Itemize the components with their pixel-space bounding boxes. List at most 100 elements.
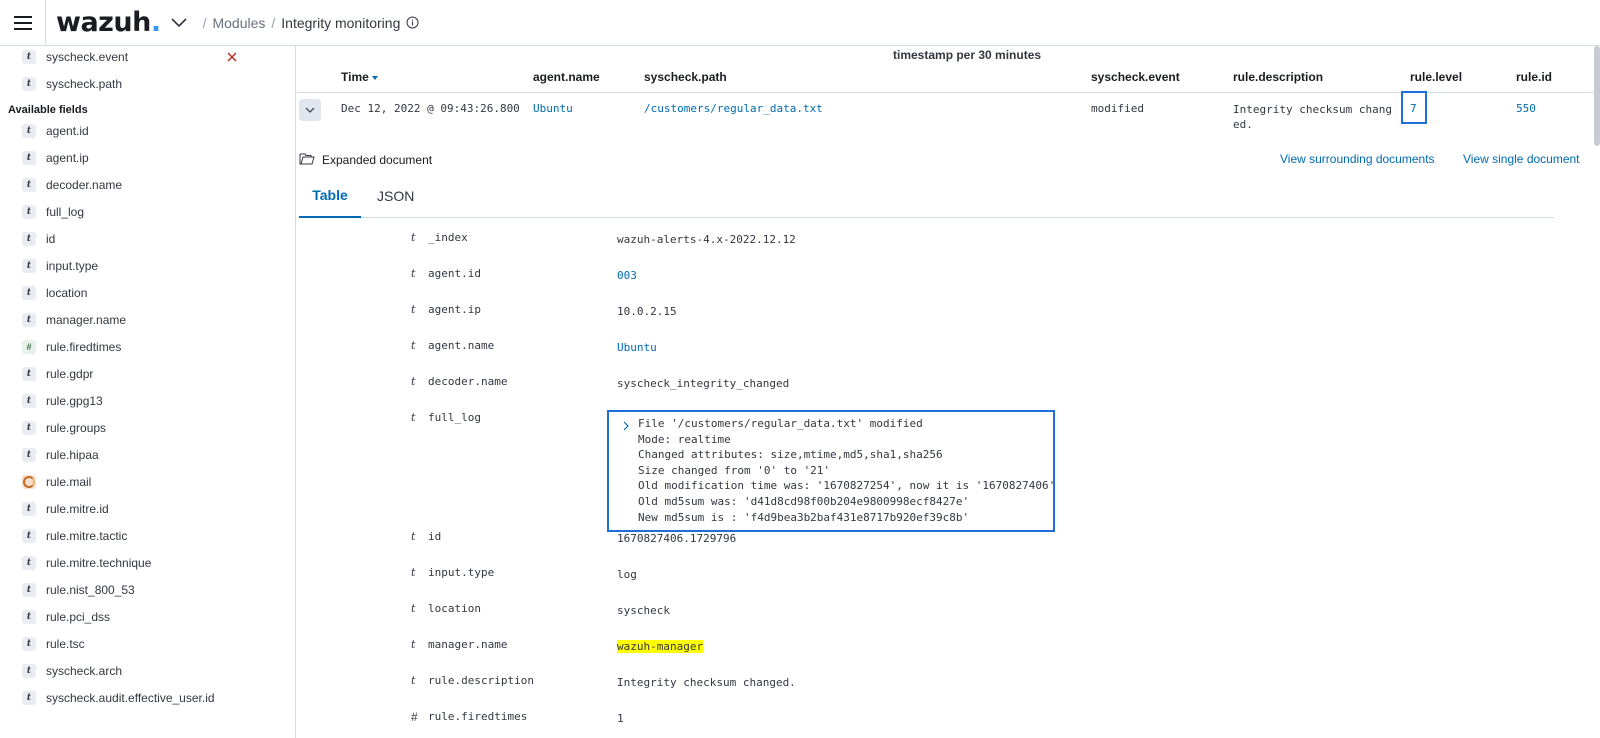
string-type-icon: t <box>411 566 416 579</box>
string-type-icon: t <box>411 267 416 280</box>
field-label: rule.tsc <box>46 637 85 651</box>
breadcrumb-modules[interactable]: Modules <box>212 15 265 31</box>
view-single-document-link[interactable]: View single document <box>1463 152 1580 166</box>
doc-field-key: agent.name <box>428 339 495 352</box>
cell-rule-id[interactable]: 550 <box>1516 102 1536 115</box>
available-field-row[interactable]: t full_log <box>0 201 295 223</box>
available-field-row[interactable]: t syscheck.arch <box>0 660 295 682</box>
string-type-icon: t <box>22 502 36 516</box>
string-type-icon: t <box>22 232 36 246</box>
doc-field-key: decoder.name <box>428 375 508 388</box>
log-line: Mode: realtime <box>638 432 731 446</box>
remove-field-icon[interactable] <box>224 49 240 65</box>
selected-field-syscheck-event[interactable]: t syscheck.event <box>0 46 295 68</box>
column-header-label: Time <box>341 70 369 84</box>
chevron-down-icon[interactable] <box>167 0 191 46</box>
doc-field-key: full_log <box>428 411 481 424</box>
field-label: rule.mitre.technique <box>46 556 152 570</box>
sort-descending-icon[interactable] <box>371 75 378 80</box>
column-header-rule-level[interactable]: rule.level <box>1410 70 1462 84</box>
page-scrollbar[interactable] <box>1594 46 1600 146</box>
available-field-row[interactable]: t id <box>0 228 295 250</box>
available-field-row[interactable]: t rule.nist_800_53 <box>0 579 295 601</box>
tab-table[interactable]: Table <box>299 174 361 218</box>
string-type-icon: t <box>22 691 36 705</box>
column-header-rule-id[interactable]: rule.id <box>1516 70 1552 84</box>
column-header-rule-description[interactable]: rule.description <box>1233 70 1323 84</box>
cell-agent-name[interactable]: Ubuntu <box>533 102 573 115</box>
document-tabs: Table JSON <box>299 174 1554 218</box>
breadcrumb-separator: / <box>202 14 207 31</box>
field-label: rule.gdpr <box>46 367 94 381</box>
string-type-icon: t <box>22 637 36 651</box>
doc-field-key: location <box>428 602 481 615</box>
field-label: rule.hipaa <box>46 448 99 462</box>
doc-field-key: id <box>428 530 442 543</box>
field-label: rule.mitre.id <box>46 502 109 516</box>
column-header-syscheck-path[interactable]: syscheck.path <box>644 70 727 84</box>
available-field-row[interactable]: t rule.gdpr <box>0 363 295 385</box>
string-type-icon: t <box>22 151 36 165</box>
selected-field-syscheck-path[interactable]: t syscheck.path <box>0 73 295 95</box>
doc-field-value: syscheck_integrity_changed <box>617 377 790 390</box>
string-type-icon: t <box>22 286 36 300</box>
breadcrumb: / Modules / Integrity monitoring <box>197 15 421 31</box>
chevron-right-icon[interactable] <box>623 418 629 436</box>
string-type-icon: t <box>22 448 36 462</box>
available-field-row[interactable]: t rule.pci_dss <box>0 606 295 628</box>
available-field-row[interactable]: t rule.tsc <box>0 633 295 655</box>
doc-field-row: t agent.id 003 <box>297 267 1557 303</box>
doc-field-value[interactable]: Ubuntu <box>617 341 657 354</box>
log-line: Changed attributes: size,mtime,md5,sha1,… <box>638 448 943 462</box>
available-field-row[interactable]: t rule.hipaa <box>0 444 295 466</box>
expanded-document-title: Expanded document <box>322 153 433 167</box>
available-field-row[interactable]: t decoder.name <box>0 174 295 196</box>
field-label: rule.gpg13 <box>46 394 103 408</box>
cell-time: Dec 12, 2022 @ 09:43:26.800 <box>341 102 520 115</box>
doc-field-value: syscheck <box>617 604 670 617</box>
tab-json[interactable]: JSON <box>377 174 414 218</box>
doc-field-row: t _index wazuh-alerts-4.x-2022.12.12 <box>297 231 1557 267</box>
string-type-icon: t <box>22 394 36 408</box>
cell-syscheck-path[interactable]: /customers/regular_data.txt <box>644 102 823 115</box>
column-header-syscheck-event[interactable]: syscheck.event <box>1091 70 1180 84</box>
available-field-row[interactable]: t location <box>0 282 295 304</box>
doc-field-key: rule.description <box>428 674 534 687</box>
info-icon[interactable] <box>406 16 420 30</box>
doc-field-value: 1 <box>617 712 624 725</box>
chart-title: timestamp per 30 minutes <box>893 48 1042 62</box>
boolean-type-icon <box>22 475 36 489</box>
doc-field-row: # rule.firedtimes 1 <box>297 710 1557 738</box>
available-field-row[interactable]: t rule.groups <box>0 417 295 439</box>
column-header-agent-name[interactable]: agent.name <box>533 70 600 84</box>
available-field-row[interactable]: rule.mail <box>0 471 295 493</box>
collapse-row-button[interactable] <box>299 99 321 121</box>
doc-field-value: Integrity checksum changed. <box>617 676 796 689</box>
cell-syscheck-event: modified <box>1091 102 1144 115</box>
available-field-row[interactable]: t input.type <box>0 255 295 277</box>
doc-field-value: 10.0.2.15 <box>617 305 677 318</box>
menu-icon[interactable] <box>0 0 46 46</box>
available-field-row[interactable]: t rule.mitre.technique <box>0 552 295 574</box>
field-label: syscheck.event <box>46 50 129 64</box>
wazuh-logo[interactable]: wazuh. <box>56 7 161 38</box>
doc-field-value: 1670827406.1729796 <box>617 532 737 545</box>
available-field-row[interactable]: t agent.id <box>0 120 295 142</box>
doc-field-value[interactable]: 003 <box>617 269 637 282</box>
column-header-time[interactable]: Time <box>341 70 378 84</box>
field-label: rule.nist_800_53 <box>46 583 135 597</box>
string-type-icon: t <box>411 231 416 244</box>
view-surrounding-documents-link[interactable]: View surrounding documents <box>1280 152 1435 166</box>
string-type-icon: t <box>22 178 36 192</box>
available-field-row[interactable]: # rule.firedtimes <box>0 336 295 358</box>
available-field-row[interactable]: t syscheck.audit.effective_user.id <box>0 687 295 709</box>
available-field-row[interactable]: t rule.gpg13 <box>0 390 295 412</box>
available-field-row[interactable]: t manager.name <box>0 309 295 331</box>
available-field-row[interactable]: t rule.mitre.tactic <box>0 525 295 547</box>
string-type-icon: t <box>411 339 416 352</box>
available-field-row[interactable]: t agent.ip <box>0 147 295 169</box>
full-log-value-box[interactable]: File '/customers/regular_data.txt' modif… <box>607 410 1055 532</box>
string-type-icon: t <box>22 583 36 597</box>
doc-field-row: t rule.description Integrity checksum chan… <box>297 674 1557 710</box>
available-field-row[interactable]: t rule.mitre.id <box>0 498 295 520</box>
